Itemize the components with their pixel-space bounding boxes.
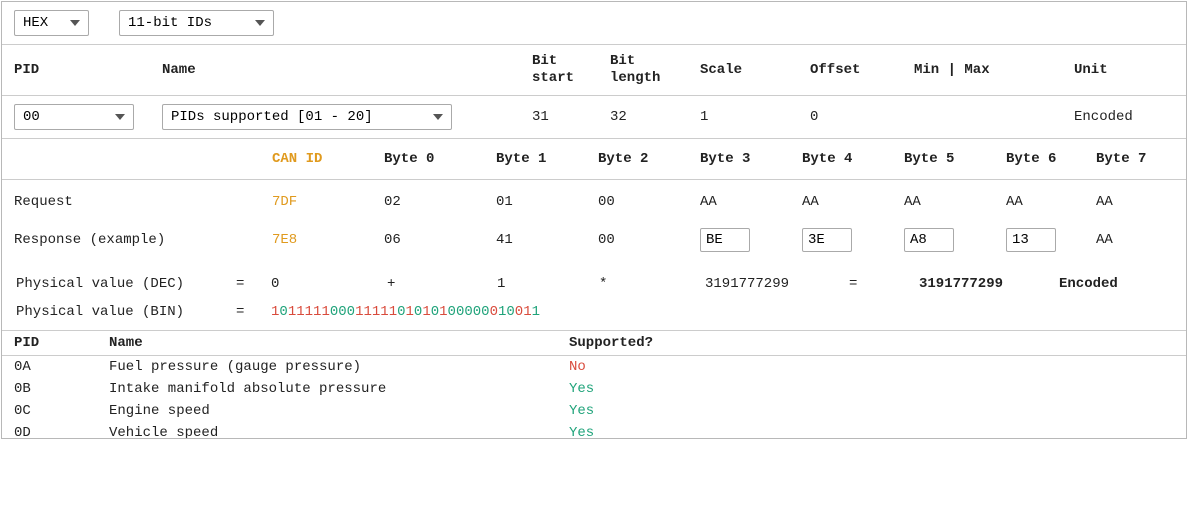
hdr-b0: Byte 0 xyxy=(384,151,496,167)
obd-pid-panel: HEX 11-bit IDs PID Name Bitstart Bitleng… xyxy=(1,1,1187,439)
sup-value: Yes xyxy=(569,425,1174,438)
supported-row[interactable]: 0DVehicle speedYes xyxy=(2,422,1186,438)
byte-headers: CAN ID Byte 0 Byte 1 Byte 2 Byte 3 Byte … xyxy=(2,139,1186,180)
req-b6: AA xyxy=(1006,194,1096,210)
pid-select[interactable]: 00 xyxy=(14,104,134,130)
resp-b3-input[interactable] xyxy=(700,228,750,252)
sup-name: Engine speed xyxy=(109,403,569,419)
sup-value: Yes xyxy=(569,403,1174,419)
sup-hdr-supp: Supported? xyxy=(569,335,1174,351)
hdr-b4: Byte 4 xyxy=(802,151,904,167)
phys-dec-unit: Encoded xyxy=(1059,276,1118,292)
req-b5: AA xyxy=(904,194,1006,210)
phys-dec-offset: 0 xyxy=(271,276,387,292)
name-select[interactable]: PIDs supported [01 - 20] xyxy=(162,104,452,130)
sup-name: Fuel pressure (gauge pressure) xyxy=(109,359,569,375)
val-unit: Encoded xyxy=(1074,109,1164,125)
sup-value: Yes xyxy=(569,381,1174,397)
sup-pid: 0D xyxy=(14,425,109,438)
phys-dec-eq: = xyxy=(236,276,271,292)
sup-pid: 0C xyxy=(14,403,109,419)
phys-bin-eq: = xyxy=(236,304,271,320)
hdr-b2: Byte 2 xyxy=(598,151,700,167)
hdr-scale: Scale xyxy=(700,62,810,78)
resp-b5-input[interactable] xyxy=(904,228,954,252)
phys-dec-plus: + xyxy=(387,276,497,292)
toolbar-row: HEX 11-bit IDs xyxy=(2,2,1186,45)
phys-dec-scale: 1 xyxy=(497,276,599,292)
hdr-b1: Byte 1 xyxy=(496,151,598,167)
phys-bin-bits: 10111110001111101010100000010011 xyxy=(271,304,540,320)
req-canid: 7DF xyxy=(272,194,384,210)
req-b4: AA xyxy=(802,194,904,210)
hdr-bitstart: Bitstart xyxy=(532,53,610,87)
sup-hdr-pid: PID xyxy=(14,335,109,351)
req-b1: 01 xyxy=(496,194,598,210)
hdr-unit: Unit xyxy=(1074,62,1164,78)
pid-selection-row: 00 PIDs supported [01 - 20] 31 32 1 0 En… xyxy=(2,96,1186,139)
hdr-b7: Byte 7 xyxy=(1096,151,1166,167)
hdr-b3: Byte 3 xyxy=(700,151,802,167)
sup-pid: 0B xyxy=(14,381,109,397)
supported-scroll[interactable]: 0AFuel pressure (gauge pressure)No0BInta… xyxy=(2,356,1186,438)
val-offset: 0 xyxy=(810,109,914,125)
column-headers: PID Name Bitstart Bitlength Scale Offset… xyxy=(2,45,1186,96)
hdr-pid: PID xyxy=(14,62,162,78)
response-row: Response (example) 7E8 06 41 00 AA xyxy=(2,220,1186,270)
sup-hdr-name: Name xyxy=(109,335,569,351)
val-scale: 1 xyxy=(700,109,810,125)
resp-label: Response (example) xyxy=(14,232,272,248)
sup-pid: 0A xyxy=(14,359,109,375)
resp-b0: 06 xyxy=(384,232,496,248)
hdr-name: Name xyxy=(162,62,532,78)
sup-value: No xyxy=(569,359,1174,375)
hdr-offset: Offset xyxy=(810,62,914,78)
phys-dec-eq2: = xyxy=(849,276,919,292)
req-b7: AA xyxy=(1096,194,1166,210)
resp-canid: 7E8 xyxy=(272,232,384,248)
phys-bin-row: Physical value (BIN) = 10111110001111101… xyxy=(2,298,1186,331)
resp-b6-input[interactable] xyxy=(1006,228,1056,252)
req-label: Request xyxy=(14,194,272,210)
hdr-b5: Byte 5 xyxy=(904,151,1006,167)
request-row: Request 7DF 02 01 00 AA AA AA AA AA xyxy=(2,180,1186,220)
supported-row[interactable]: 0CEngine speedYes xyxy=(2,400,1186,422)
phys-dec-raw: 3191777299 xyxy=(705,276,849,292)
val-bitstart: 31 xyxy=(532,109,610,125)
phys-dec-star: * xyxy=(599,276,705,292)
phys-dec-result: 3191777299 xyxy=(919,276,1059,292)
phys-bin-label: Physical value (BIN) xyxy=(16,304,236,320)
resp-b4-input[interactable] xyxy=(802,228,852,252)
hdr-b6: Byte 6 xyxy=(1006,151,1096,167)
req-b3: AA xyxy=(700,194,802,210)
req-b0: 02 xyxy=(384,194,496,210)
id-mode-select[interactable]: 11-bit IDs xyxy=(119,10,274,36)
sup-name: Vehicle speed xyxy=(109,425,569,438)
resp-b2: 00 xyxy=(598,232,700,248)
format-select[interactable]: HEX xyxy=(14,10,89,36)
resp-b1: 41 xyxy=(496,232,598,248)
hdr-canid: CAN ID xyxy=(272,151,384,167)
sup-name: Intake manifold absolute pressure xyxy=(109,381,569,397)
hdr-bitlen: Bitlength xyxy=(610,53,700,87)
req-b2: 00 xyxy=(598,194,700,210)
phys-dec-row: Physical value (DEC) = 0 + 1 * 319177729… xyxy=(2,270,1186,298)
val-bitlen: 32 xyxy=(610,109,700,125)
hdr-minmax: Min | Max xyxy=(914,62,1074,78)
resp-b7: AA xyxy=(1096,232,1166,248)
supported-row[interactable]: 0BIntake manifold absolute pressureYes xyxy=(2,378,1186,400)
supported-row[interactable]: 0AFuel pressure (gauge pressure)No xyxy=(2,356,1186,378)
phys-dec-label: Physical value (DEC) xyxy=(16,276,236,292)
supported-header: PID Name Supported? xyxy=(2,331,1186,356)
